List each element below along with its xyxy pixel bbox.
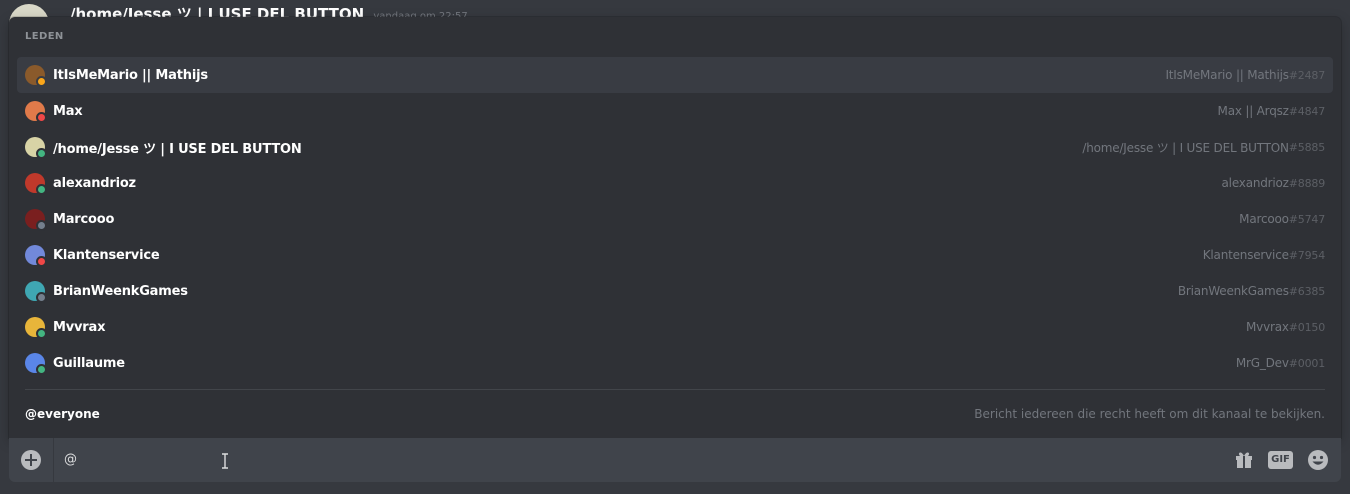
member-list: ItIsMeMario || Mathijs ItIsMeMario || Mat… — [17, 57, 1333, 381]
member-discriminator: #8889 — [1288, 176, 1325, 190]
member-username: Max || Arqsz — [1217, 104, 1289, 118]
plus-circle-icon[interactable] — [21, 450, 41, 470]
member-nickname: BrianWeenkGames — [53, 283, 188, 299]
status-indicator — [36, 148, 47, 159]
avatar — [25, 281, 47, 303]
member-row[interactable]: Guillaume MrG_Dev #0001 — [17, 345, 1333, 381]
member-nickname: Max — [53, 103, 83, 119]
status-indicator — [36, 364, 47, 375]
gift-icon[interactable] — [1234, 449, 1254, 469]
emoji-icon[interactable] — [1307, 449, 1329, 471]
everyone-option[interactable]: @everyone Bericht iedereen die recht hee… — [17, 397, 1333, 431]
text-cursor-icon — [222, 453, 228, 469]
member-username: /home/Jesse ツ | I USE DEL BUTTON — [1082, 140, 1289, 155]
member-username: BrianWeenkGames — [1177, 284, 1289, 298]
status-indicator — [36, 256, 47, 267]
chat-view: /home/Jesse ツ | I USE DEL BUTTON vandaag… — [0, 0, 1350, 494]
avatar — [25, 137, 47, 159]
member-row[interactable]: Max Max || Arqsz #4847 — [17, 93, 1333, 129]
member-tag: /home/Jesse ツ | I USE DEL BUTTON #5885 — [1082, 129, 1325, 165]
member-nickname: ItIsMeMario || Mathijs — [53, 67, 208, 83]
member-nickname: Guillaume — [53, 355, 125, 371]
member-discriminator: #0001 — [1288, 356, 1325, 370]
member-discriminator: #2487 — [1288, 68, 1325, 82]
member-username: alexandrioz — [1221, 176, 1289, 190]
member-nickname: alexandrioz — [53, 175, 136, 191]
everyone-label: @everyone — [25, 407, 100, 421]
member-discriminator: #4847 — [1288, 104, 1325, 118]
member-row[interactable]: BrianWeenkGames BrianWeenkGames #6385 — [17, 273, 1333, 309]
status-indicator — [36, 220, 47, 231]
avatar — [25, 65, 47, 87]
everyone-description: Bericht iedereen die recht heeft om dit … — [974, 407, 1325, 421]
member-tag: Mvvrax #0150 — [1246, 309, 1325, 345]
status-indicator — [36, 112, 47, 123]
mention-autocomplete: LEDEN ItIsMeMario || Mathijs ItIsMeMario … — [9, 17, 1341, 438]
status-indicator — [36, 328, 47, 339]
member-row[interactable]: Klantenservice Klantenservice #7954 — [17, 237, 1333, 273]
status-indicator — [36, 76, 47, 87]
member-row[interactable]: alexandrioz alexandrioz #8889 — [17, 165, 1333, 201]
member-nickname: Klantenservice — [53, 247, 160, 263]
member-username: ItIsMeMario || Mathijs — [1165, 68, 1289, 82]
member-nickname: /home/Jesse ツ | I USE DEL BUTTON — [53, 141, 302, 157]
member-row[interactable]: ItIsMeMario || Mathijs ItIsMeMario || Mat… — [17, 57, 1333, 93]
avatar — [25, 101, 47, 123]
member-discriminator: #6385 — [1288, 284, 1325, 298]
member-tag: alexandrioz #8889 — [1221, 165, 1326, 201]
member-username: Marcooo — [1239, 212, 1289, 226]
avatar — [25, 173, 47, 195]
member-tag: ItIsMeMario || Mathijs #2487 — [1165, 57, 1325, 93]
member-discriminator: #7954 — [1288, 248, 1325, 262]
message-input-bar: @ GIF — [9, 438, 1341, 482]
member-tag: Klantenservice #7954 — [1203, 237, 1325, 273]
member-tag: MrG_Dev #0001 — [1236, 345, 1325, 381]
avatar — [25, 209, 47, 231]
member-discriminator: #0150 — [1288, 320, 1325, 334]
member-username: Mvvrax — [1246, 320, 1289, 334]
member-tag: BrianWeenkGames #6385 — [1178, 273, 1325, 309]
status-indicator — [36, 184, 47, 195]
autocomplete-header: LEDEN — [25, 31, 64, 42]
member-nickname: Mvvrax — [53, 319, 106, 335]
avatar — [25, 353, 47, 375]
member-nickname: Marcooo — [53, 211, 115, 227]
message-input[interactable]: @ — [64, 450, 1164, 470]
member-tag: Marcooo #5747 — [1239, 201, 1325, 237]
member-discriminator: #5747 — [1288, 212, 1325, 226]
member-username: Klantenservice — [1202, 248, 1289, 262]
member-username: MrG_Dev — [1235, 356, 1289, 370]
status-indicator — [36, 292, 47, 303]
member-row[interactable]: /home/Jesse ツ | I USE DEL BUTTON/home/Je… — [17, 129, 1333, 165]
member-discriminator: #5885 — [1288, 140, 1325, 154]
member-row[interactable]: Mvvrax Mvvrax #0150 — [17, 309, 1333, 345]
avatar — [25, 317, 47, 339]
input-separator — [53, 438, 54, 482]
divider — [25, 389, 1325, 390]
member-tag: Max || Arqsz #4847 — [1217, 93, 1326, 129]
gif-icon[interactable]: GIF — [1268, 451, 1293, 469]
avatar — [25, 245, 47, 267]
member-row[interactable]: Marcooo Marcooo #5747 — [17, 201, 1333, 237]
